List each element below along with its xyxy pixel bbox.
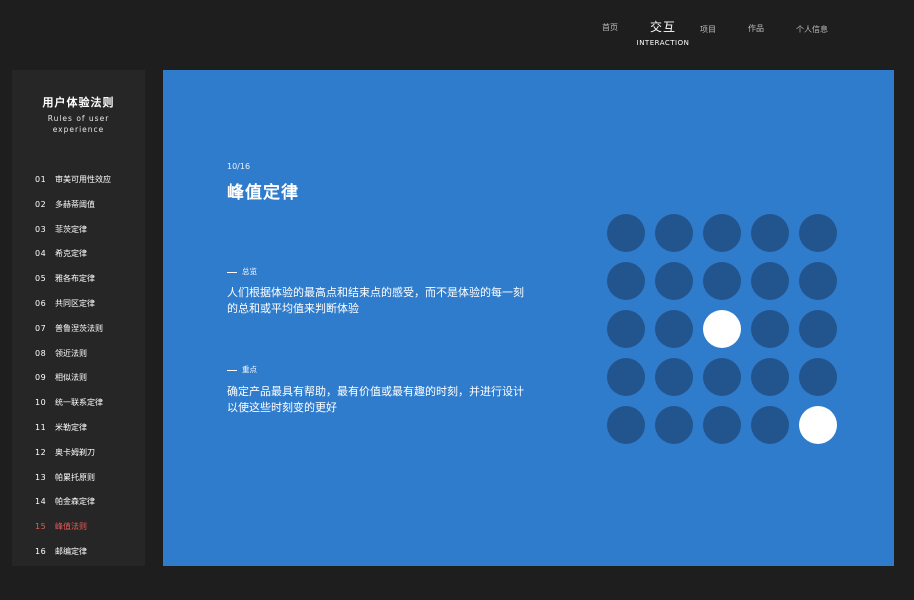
grid-dot — [607, 214, 645, 252]
rule-number: 13 — [35, 472, 47, 482]
rule-number: 06 — [35, 298, 47, 308]
key-label: 重点 — [227, 364, 257, 375]
grid-dot — [655, 214, 693, 252]
grid-dot — [655, 310, 693, 348]
grid-dot — [751, 214, 789, 252]
overview-label: 总览 — [227, 266, 257, 277]
sidebar-subtitle: Rules of user experience — [47, 114, 110, 134]
page-counter: 10/16 — [227, 162, 251, 171]
grid-dot — [703, 358, 741, 396]
rule-number: 02 — [35, 199, 47, 209]
grid-dot — [751, 406, 789, 444]
rule-label: 领近法则 — [55, 348, 87, 358]
nav-works[interactable]: 作品 — [748, 23, 764, 34]
grid-dot — [751, 310, 789, 348]
rule-label: 审美可用性效应 — [55, 175, 111, 184]
page-title: 峰值定律 — [227, 183, 299, 203]
dash-icon — [227, 271, 237, 273]
highlight-dot — [703, 310, 741, 348]
rule-number: 08 — [35, 348, 47, 358]
rule-label: 菲茨定律 — [55, 224, 87, 234]
nav-interaction[interactable]: 交互 INTERACTION — [634, 18, 692, 47]
rule-number: 16 — [35, 546, 47, 556]
rule-number: 05 — [35, 274, 47, 284]
overview-label-text: 总览 — [242, 267, 257, 276]
sidebar-rule-item[interactable]: 10 统一联系定律 — [35, 397, 111, 422]
rule-number: 01 — [35, 175, 47, 184]
sidebar-rule-item[interactable]: 13 帕累托原则 — [35, 472, 111, 497]
sidebar-rule-item[interactable]: 11 米勒定律 — [35, 422, 111, 447]
grid-dot — [799, 310, 837, 348]
rule-label: 多赫蒂阈值 — [55, 199, 95, 209]
main-panel: 10/16 峰值定律 总览 人们根据体验的最高点和结束点的感受，而不是体验的每一… — [163, 70, 894, 566]
rule-label: 雅各布定律 — [55, 274, 95, 284]
rule-label: 相似法则 — [55, 373, 87, 383]
rule-label: 米勒定律 — [55, 422, 87, 432]
top-nav: 首页 交互 INTERACTION 项目 作品 个人信息 — [590, 18, 840, 48]
grid-dot — [703, 406, 741, 444]
rule-label: 统一联系定律 — [55, 398, 103, 408]
rule-label: 峰值法则 — [55, 522, 87, 532]
rule-label: 奥卡姆剃刀 — [55, 447, 95, 457]
rule-number: 12 — [35, 447, 47, 457]
dash-icon — [227, 369, 237, 371]
rule-number: 15 — [35, 522, 47, 532]
sidebar-rule-item[interactable]: 12 奥卡姆剃刀 — [35, 447, 111, 472]
rule-label: 邮编定律 — [55, 546, 87, 556]
rule-number: 14 — [35, 497, 47, 507]
grid-dot — [655, 262, 693, 300]
rule-label: 共同区定律 — [55, 298, 95, 308]
rule-label: 帕累托原则 — [55, 472, 95, 482]
nav-profile[interactable]: 个人信息 — [796, 24, 828, 35]
sidebar-rule-item[interactable]: 02 多赫蒂阈值 — [35, 199, 111, 224]
sidebar-rule-item[interactable]: 01 审美可用性效应 — [35, 174, 111, 199]
sidebar-rule-item[interactable]: 03 菲茨定律 — [35, 224, 111, 249]
nav-home[interactable]: 首页 — [602, 22, 618, 33]
rule-label: 普鲁涅茨法则 — [55, 323, 103, 333]
grid-dot — [751, 358, 789, 396]
rule-number: 11 — [35, 422, 47, 432]
rule-number: 07 — [35, 323, 47, 333]
sidebar-rule-item[interactable]: 16 邮编定律 — [35, 546, 111, 571]
sidebar-rule-item[interactable]: 08 领近法则 — [35, 348, 111, 373]
rule-label: 帕金森定律 — [55, 497, 95, 507]
sidebar-rule-item[interactable]: 07 普鲁涅茨法则 — [35, 323, 111, 348]
grid-dot — [607, 358, 645, 396]
grid-dot — [703, 262, 741, 300]
sidebar-rule-item[interactable]: 04 希克定律 — [35, 248, 111, 273]
nav-interaction-label: 交互 — [649, 20, 676, 34]
rule-number: 04 — [35, 249, 47, 259]
grid-dot — [655, 358, 693, 396]
rule-label: 希克定律 — [55, 249, 87, 259]
grid-dot — [655, 406, 693, 444]
grid-dot — [607, 406, 645, 444]
key-text: 确定产品最具有帮助，最有价值或最有趣的时刻，并进行设计以使这些时刻变的更好 — [227, 385, 524, 414]
dot-grid-illustration — [607, 214, 837, 444]
rule-number: 10 — [35, 398, 47, 408]
rule-number: 09 — [35, 373, 47, 383]
sidebar: 用户体验法则 Rules of user experience 01 审美可用性效… — [12, 70, 145, 566]
highlight-dot — [799, 406, 837, 444]
sidebar-rule-item[interactable]: 15 峰值法则 — [35, 521, 111, 546]
key-label-text: 重点 — [242, 365, 257, 374]
sidebar-rule-item[interactable]: 06 共同区定律 — [35, 298, 111, 323]
grid-dot — [751, 262, 789, 300]
sidebar-title: 用户体验法则 — [42, 96, 115, 109]
overview-text: 人们根据体验的最高点和结束点的感受，而不是体验的每一刻的总和或平均值来判断体验 — [227, 286, 524, 315]
grid-dot — [607, 262, 645, 300]
nav-interaction-sublabel: INTERACTION — [636, 39, 690, 47]
nav-projects[interactable]: 项目 — [700, 24, 716, 35]
sidebar-rule-item[interactable]: 05 雅各布定律 — [35, 273, 111, 298]
grid-dot — [799, 358, 837, 396]
grid-dot — [799, 214, 837, 252]
sidebar-rule-item[interactable]: 14 帕金森定律 — [35, 496, 111, 521]
rule-number: 03 — [35, 224, 47, 234]
rule-list: 01 审美可用性效应 02 多赫蒂阈值 03 菲茨定律 04 希克定律 05 雅各布定律 06 共同区… — [35, 174, 111, 571]
grid-dot — [703, 214, 741, 252]
sidebar-rule-item[interactable]: 09 相似法则 — [35, 372, 111, 397]
grid-dot — [607, 310, 645, 348]
grid-dot — [799, 262, 837, 300]
